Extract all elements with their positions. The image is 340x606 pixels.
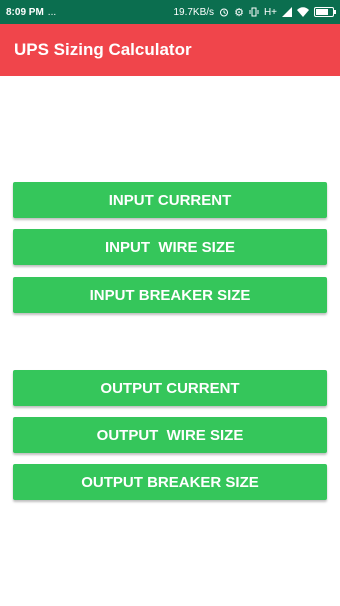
signal-icon (282, 7, 292, 17)
input-current-button[interactable]: INPUT CURRENT (13, 182, 327, 218)
vibrate-icon (249, 7, 259, 17)
alarm-icon (219, 7, 229, 17)
status-indicators: ... (47, 6, 57, 18)
network-type: H+ (263, 6, 277, 18)
net-speed: 19.7KB/s (173, 6, 215, 18)
input-breaker-size-button[interactable]: INPUT BREAKER SIZE (13, 277, 327, 313)
app-bar: UPS Sizing Calculator (0, 24, 340, 76)
status-time: 8:09 PM (6, 6, 44, 18)
gear-icon: ⚙ (234, 6, 244, 19)
output-wire-size-button[interactable]: OUTPUT WIRE SIZE (13, 417, 327, 453)
output-breaker-size-button[interactable]: OUTPUT BREAKER SIZE (13, 464, 327, 500)
input-wire-size-button[interactable]: INPUT WIRE SIZE (13, 229, 327, 265)
app-title: UPS Sizing Calculator (14, 40, 192, 59)
battery-icon (314, 7, 336, 17)
output-current-button[interactable]: OUTPUT CURRENT (13, 370, 327, 406)
status-bar: 8:09 PM ... 19.7KB/s ⚙ H+ (0, 0, 340, 24)
status-icons: 19.7KB/s ⚙ H+ (173, 6, 336, 19)
wifi-icon (297, 7, 309, 17)
